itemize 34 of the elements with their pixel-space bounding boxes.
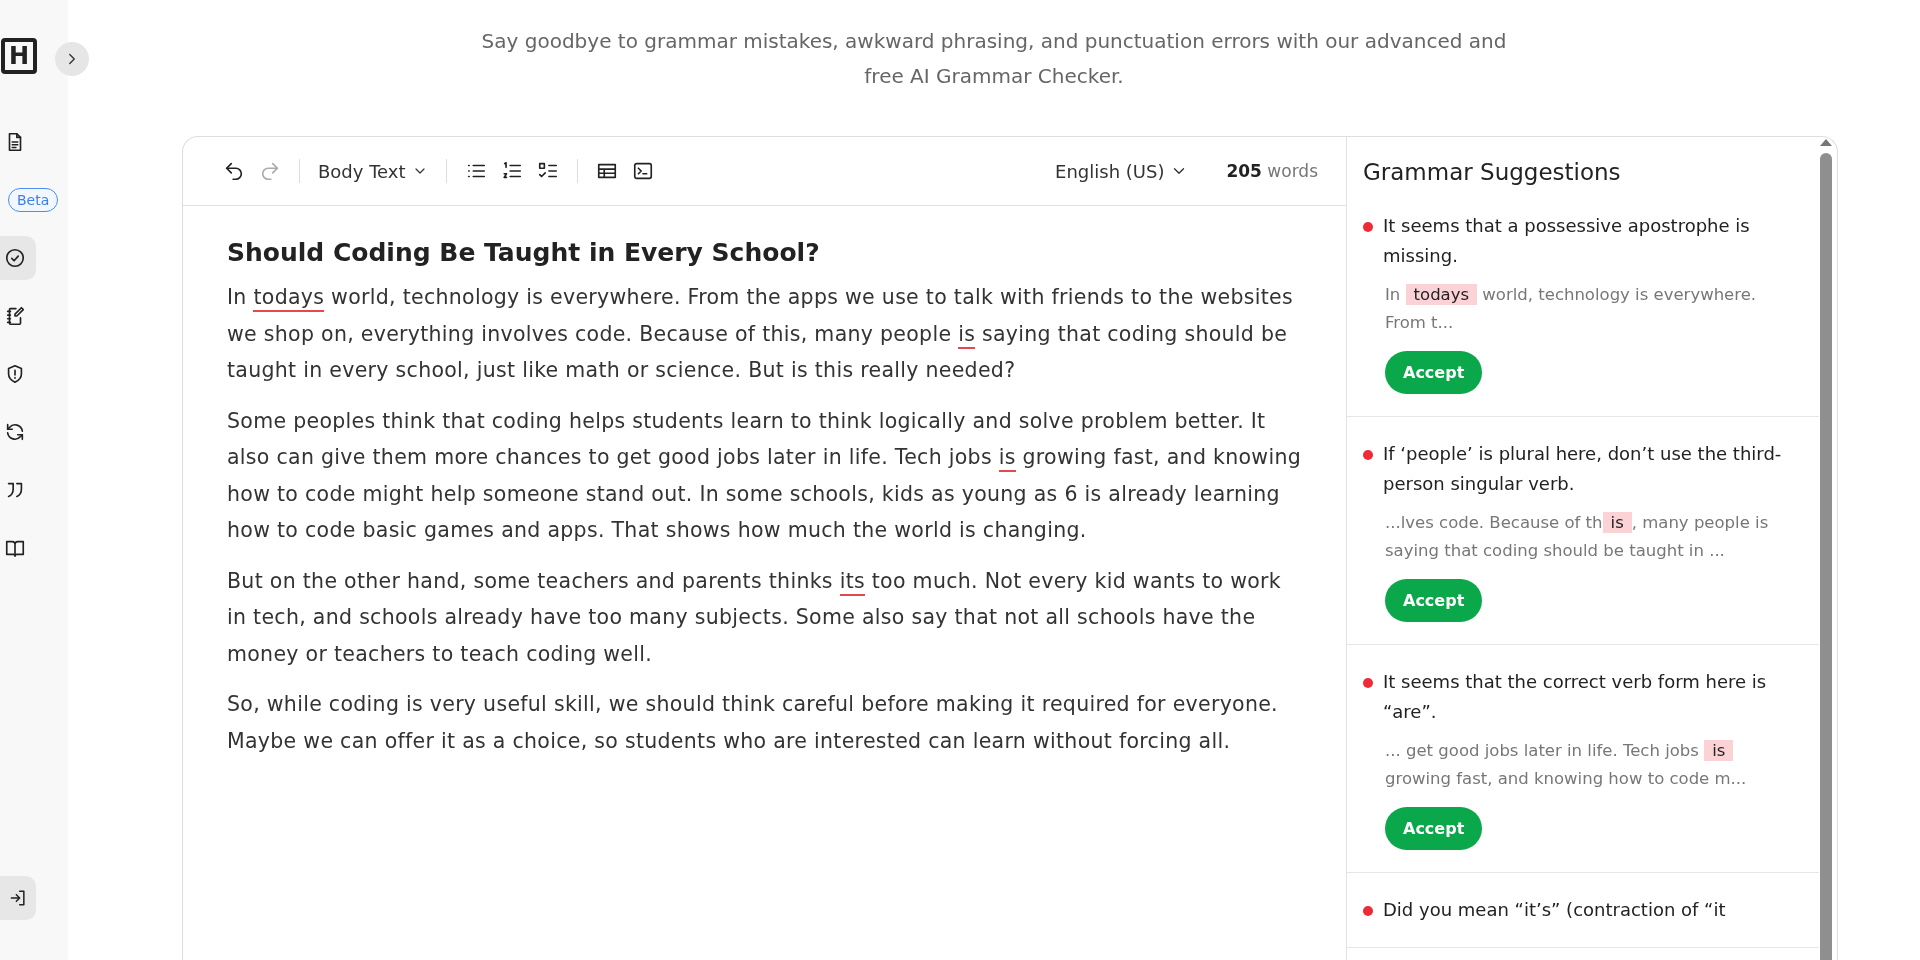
undo-icon: [223, 160, 245, 182]
word-count: 205 words: [1226, 161, 1318, 181]
suggestion-message: It seems that the correct verb form here is “are”.: [1383, 670, 1768, 724]
suggestion-context: In todays world, technology is everywhere. From t...: [1385, 283, 1758, 334]
beta-badge: Beta: [8, 188, 59, 212]
accept-button[interactable]: Accept: [1385, 579, 1483, 622]
scrollbar[interactable]: [1819, 137, 1833, 960]
suggestion-message: Did you mean “it’s” (contraction of “it: [1383, 898, 1726, 922]
login-icon: [8, 888, 28, 908]
accept-button[interactable]: Accept: [1385, 807, 1483, 850]
accept-button[interactable]: Accept: [1385, 351, 1483, 394]
paragraph: In todays world, technology is everywhere. From the apps we use to talk with friends to the websites we shop on, everything involves code. Because of this, many people is saying that coding should be taught in every school, just like math or science. But is this really needed?: [227, 284, 1294, 384]
sidebar-item[interactable]: [0, 236, 36, 280]
text-style-dropdown[interactable]: Body Text: [314, 156, 432, 186]
tagline: Say goodbye to grammar mistakes, awkward phrasing, and punctuation errors with our advanced and free AI Grammar Checker.: [480, 28, 1508, 90]
suggestion-context: ... get good jobs later in life. Tech jobs is growing fast, and knowing how to code m...: [1385, 739, 1748, 790]
panel-title: Grammar Suggestions: [1363, 159, 1622, 185]
logo[interactable]: H: [1, 38, 37, 74]
document-title: Should Coding Be Taught in Every School?: [227, 238, 821, 267]
sidebar-item[interactable]: Beta: [0, 178, 61, 222]
suggestion-message: It seems that a possessive apostrophe is missing.: [1383, 214, 1751, 268]
paragraph: So, while coding is very useful skill, we should think careful before making it required for everyone. Maybe we can offer it as a choice, so students who are interested can learn without forcing all.: [227, 691, 1279, 755]
terminal-icon: [631, 160, 654, 182]
login-button[interactable]: [0, 876, 36, 920]
redo-icon: [259, 160, 281, 182]
paragraph: But on the other hand, some teachers and parents thinks its too much. Not every kid wants to work in tech, and schools already have too many subjects. Some also say that not all schools have the money or teachers to teach coding well.: [227, 567, 1282, 668]
scroll-up-icon[interactable]: [1819, 137, 1833, 147]
refresh-icon: [4, 421, 26, 443]
notebook-pen-icon: [4, 305, 26, 327]
suggestion-message: If ‘people’ is plural here, don’t use the third-person singular verb.: [1383, 442, 1783, 496]
paragraph: Some peoples think that coding helps students learn to think logically and solve problem better. It also can give them more chances to get good jobs later in life. Tech jobs is growing fast, and knowing how to code might help someone stand out. In some schools, kids as young as 6 is already learning how to code basic games and apps. That shows how much the world is changing.: [227, 407, 1302, 544]
check-circle-icon: [4, 247, 26, 269]
language-dropdown[interactable]: English (US): [1051, 156, 1193, 186]
suggestion-context: ...lves code. Because of th is , many people is saying that coding should be taught in ...: [1385, 511, 1770, 562]
